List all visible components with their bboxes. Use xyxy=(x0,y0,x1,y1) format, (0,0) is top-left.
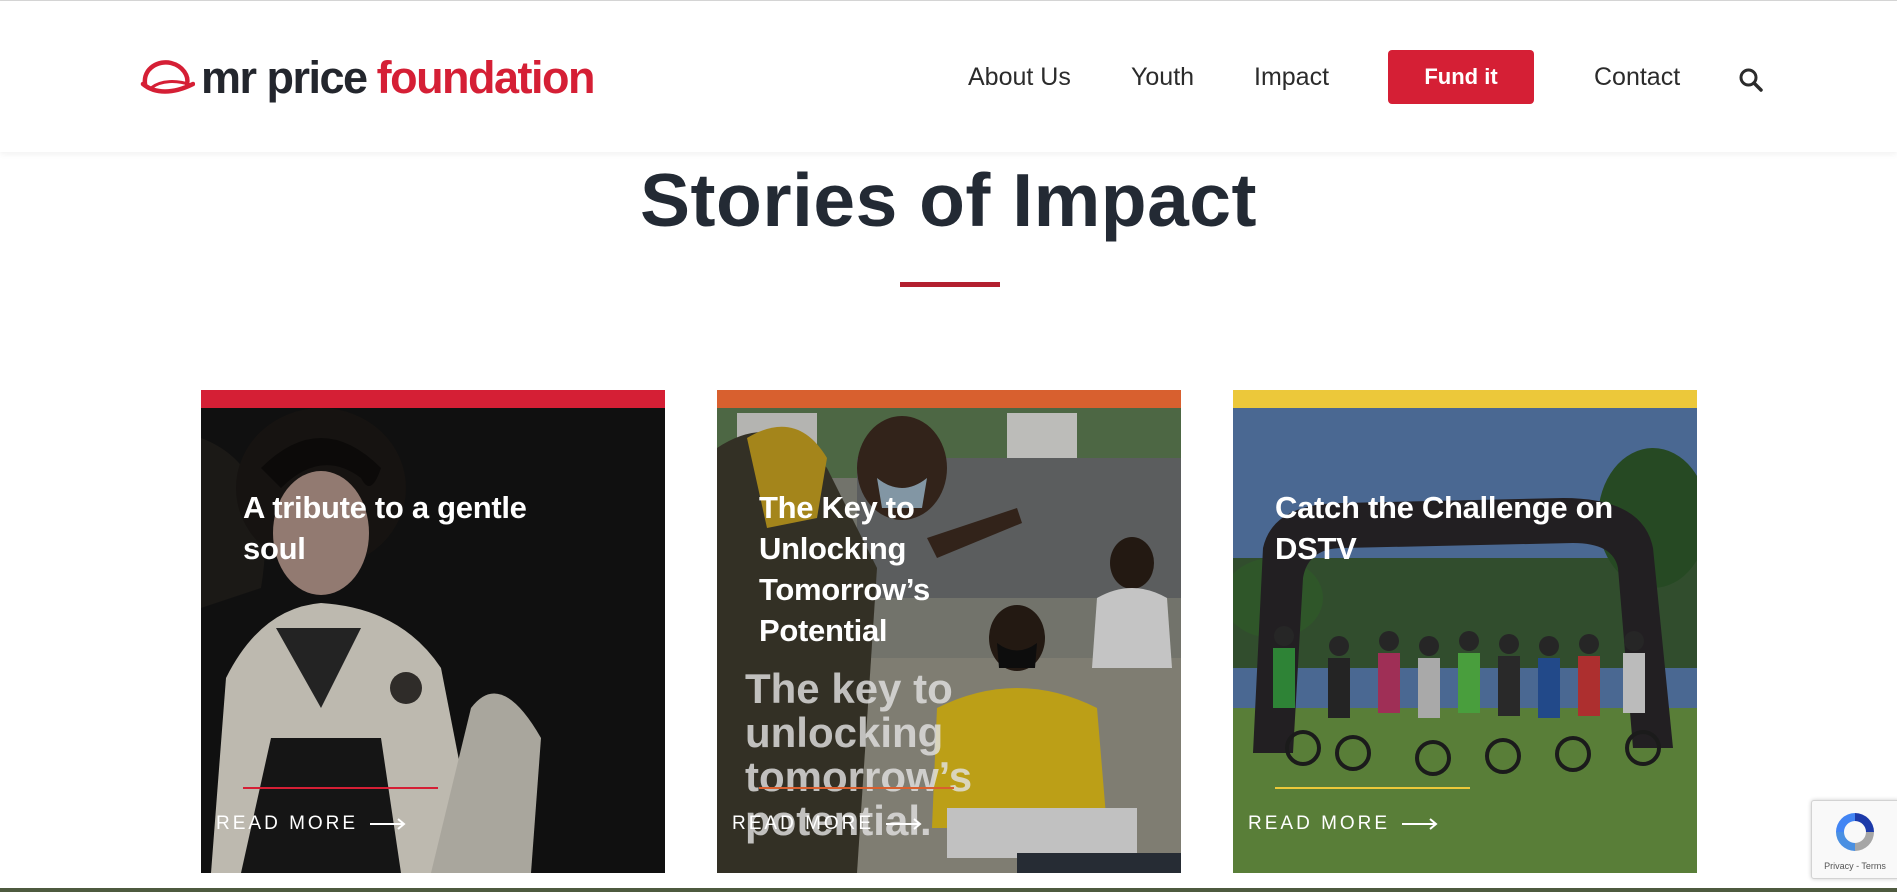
card-divider xyxy=(243,787,438,789)
read-more-link[interactable]: READ MORE xyxy=(1248,813,1438,835)
recaptcha-icon xyxy=(1836,813,1874,851)
arrow-right-icon xyxy=(1402,818,1438,830)
recaptcha-badge[interactable]: Privacy - Terms xyxy=(1811,800,1897,879)
cap-logo-icon xyxy=(140,60,195,94)
card-accent-bar xyxy=(201,390,665,408)
nav-contact[interactable]: Contact xyxy=(1594,63,1680,92)
site-header: mr price foundation About Us Youth Impact… xyxy=(0,1,1897,152)
story-card-catch-the-challenge[interactable]: Catch the Challenge on DSTV READ MORE xyxy=(1233,390,1697,873)
card-accent-bar xyxy=(717,390,1181,408)
card-divider xyxy=(1275,787,1470,789)
card-title: A tribute to a gentle soul xyxy=(243,490,527,566)
read-more-label: READ MORE xyxy=(732,813,875,834)
bottom-edge xyxy=(0,888,1897,892)
section-title: Stories of Impact xyxy=(640,158,1257,242)
search-icon[interactable] xyxy=(1738,67,1764,93)
card-title: Catch the Challenge on DSTV xyxy=(1275,490,1613,566)
card-title: The Key to Unlocking Tomorrow’s Potentia… xyxy=(759,490,930,648)
nav-impact[interactable]: Impact xyxy=(1254,63,1329,92)
read-more-label: READ MORE xyxy=(1248,813,1391,834)
arrow-right-icon xyxy=(886,818,922,830)
nav-youth[interactable]: Youth xyxy=(1131,63,1194,92)
site-logo[interactable]: mr price foundation xyxy=(139,51,596,103)
logo-text-secondary: foundation xyxy=(376,51,596,103)
card-accent-bar xyxy=(1233,390,1697,408)
arrow-right-icon xyxy=(370,818,406,830)
read-more-link[interactable]: READ MORE xyxy=(216,813,406,835)
fund-it-button[interactable]: Fund it xyxy=(1388,50,1534,104)
logo-text-primary: mr price xyxy=(201,51,368,103)
read-more-link[interactable]: READ MORE xyxy=(732,813,922,835)
nav-about-us[interactable]: About Us xyxy=(968,63,1071,92)
title-underline xyxy=(900,282,1000,287)
story-card-key-to-unlocking[interactable]: The key to unlocking tomorrow’s potentia… xyxy=(717,390,1181,873)
story-card-tribute[interactable]: A tribute to a gentle soul READ MORE xyxy=(201,390,665,873)
card-divider xyxy=(759,787,954,789)
read-more-label: READ MORE xyxy=(216,813,359,834)
recaptcha-footer[interactable]: Privacy - Terms xyxy=(1812,861,1897,871)
